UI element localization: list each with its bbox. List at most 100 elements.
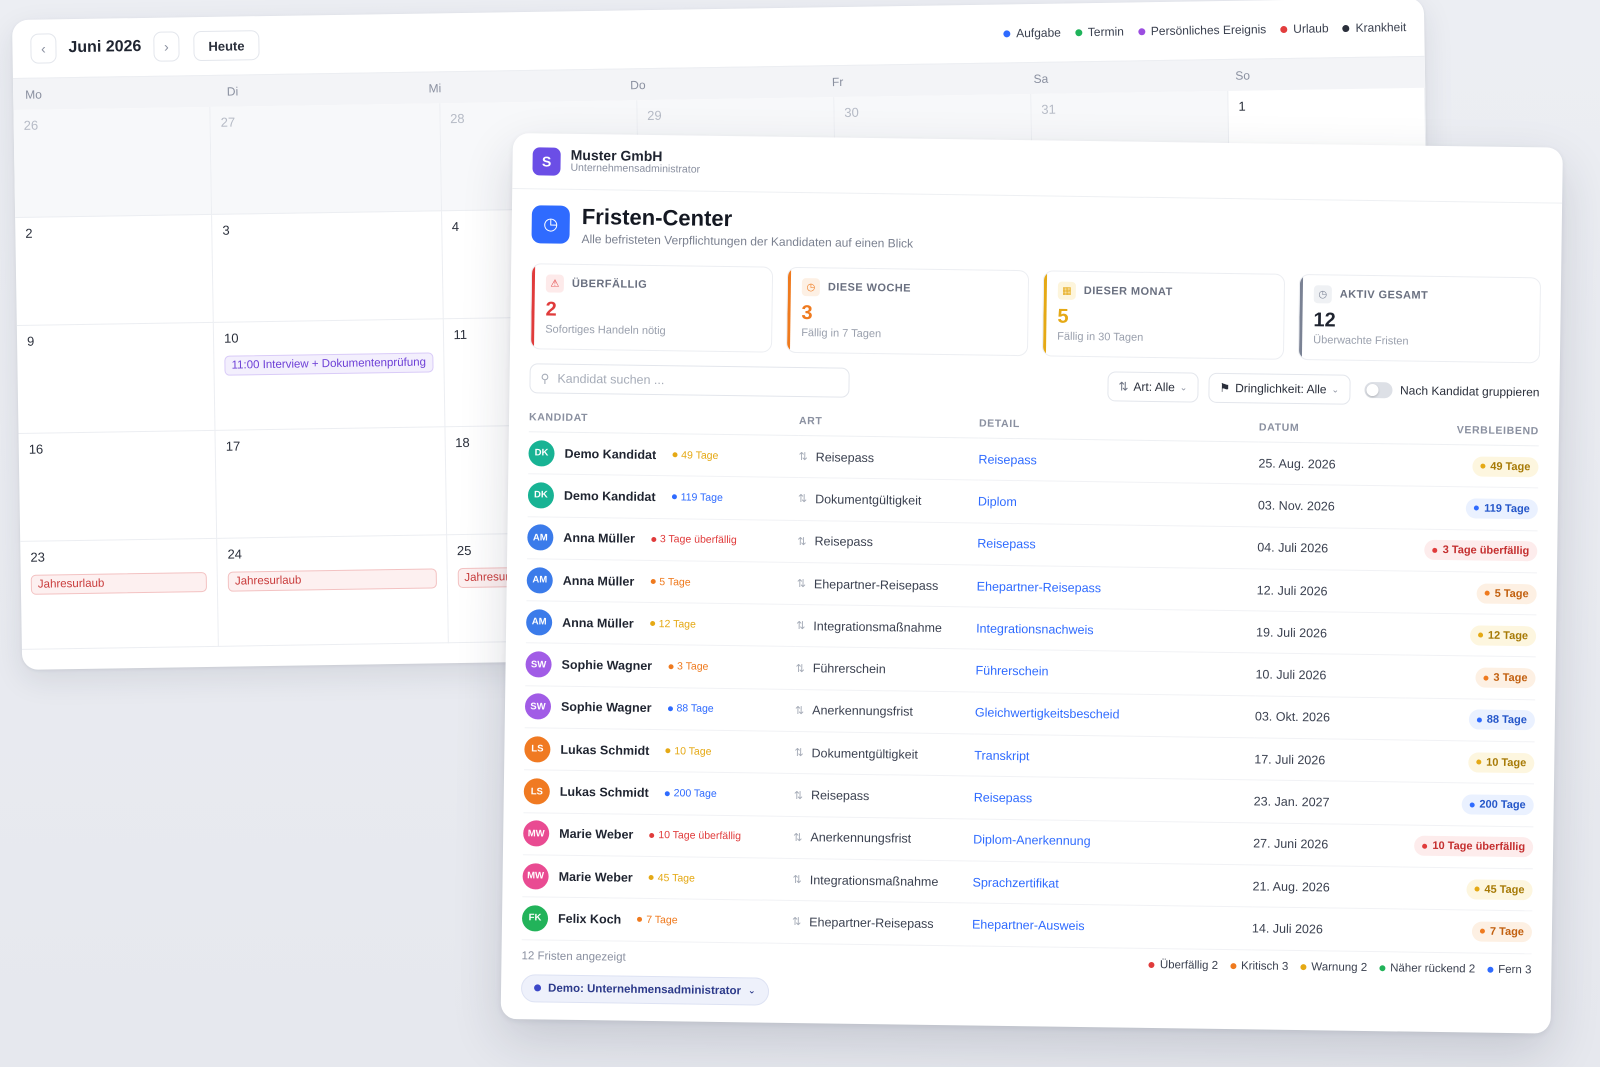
legend-dot-icon xyxy=(1137,27,1145,35)
stat-subtitle: Sofortiges Handeln nötig xyxy=(545,323,666,338)
calendar-day-cell[interactable]: 24 Jahresurlaub xyxy=(217,535,449,647)
org-role: Unternehmensadministrator xyxy=(570,162,701,177)
remaining-hint: 49 Tage xyxy=(672,449,718,462)
calendar-event[interactable]: Jahresurlaub xyxy=(227,568,437,592)
candidate-name[interactable]: Marie Weber xyxy=(559,869,633,884)
legend-dot-icon xyxy=(1074,28,1082,36)
cell-candidate: SW Sophie Wagner 3 Tage xyxy=(525,643,796,690)
remaining-hint: 119 Tage xyxy=(671,491,723,504)
column-header-detail[interactable]: Detail xyxy=(978,411,1260,442)
stat-card[interactable]: ◷ Diese Woche 3 Fällig in 7 Tagen xyxy=(785,266,1030,357)
calendar-day-cell[interactable]: 26 xyxy=(13,106,213,218)
chevron-right-icon: › xyxy=(163,38,169,55)
sort-icon: ⇅ xyxy=(791,916,802,929)
candidate-name[interactable]: Demo Kandidat xyxy=(564,446,656,461)
calendar-day-cell[interactable]: 17 xyxy=(215,427,447,539)
status-dot-icon xyxy=(1474,505,1480,511)
status-dot-icon xyxy=(1469,801,1475,808)
detail-link[interactable]: Ehepartner-Reisepass xyxy=(977,579,1102,595)
candidate-name[interactable]: Anna Müller xyxy=(562,616,634,631)
calendar-day-cell[interactable]: 10 11:00 Interview + Dokumentenprüfung xyxy=(213,319,445,431)
urgency-filter-dropdown[interactable]: ⚑ Dringlichkeit: Alle ⌄ xyxy=(1208,372,1351,405)
type-label: Dokumentgültigkeit xyxy=(811,745,918,762)
detail-link[interactable]: Reisepass xyxy=(978,452,1037,467)
legend-dot-icon xyxy=(1379,964,1386,971)
status-dot-icon xyxy=(1422,843,1428,849)
cell-date: 03. Okt. 2026 xyxy=(1254,695,1406,741)
remaining-hint-text: 3 Tage xyxy=(676,660,709,673)
candidate-name[interactable]: Demo Kandidat xyxy=(564,489,656,504)
detail-link[interactable]: Reisepass xyxy=(974,791,1033,806)
candidate-name[interactable]: Sophie Wagner xyxy=(561,700,652,715)
detail-link[interactable]: Integrationsnachweis xyxy=(976,621,1094,637)
cell-type: ⇅ Integrationsmaßnahme xyxy=(792,858,973,904)
calendar-day-cell[interactable]: 9 xyxy=(16,322,216,434)
stat-card[interactable]: ◷ Aktiv gesamt 12 Überwachte Fristen xyxy=(1297,273,1542,364)
remaining-badge: 12 Tage xyxy=(1469,625,1537,647)
legend-label: Krankheit xyxy=(1355,20,1407,35)
cell-type: ⇅ Reisepass xyxy=(798,435,979,481)
column-header-remaining[interactable]: Verbleibend xyxy=(1408,417,1540,446)
detail-link[interactable]: Diplom xyxy=(978,494,1017,509)
detail-link[interactable]: Transkript xyxy=(974,748,1029,763)
candidate-name[interactable]: Marie Weber xyxy=(559,827,633,842)
calendar-day-cell[interactable]: 23 Jahresurlaub xyxy=(20,538,219,650)
column-header-date[interactable]: Datum xyxy=(1258,415,1410,445)
cell-candidate: AM Anna Müller 12 Tage xyxy=(525,600,797,647)
result-count: 12 Fristen angezeigt xyxy=(521,949,626,964)
detail-link[interactable]: Ehepartner-Ausweis xyxy=(972,917,1085,933)
search-box[interactable]: ⚲ xyxy=(529,363,850,398)
calendar-day-cell[interactable]: 16 xyxy=(18,430,218,542)
prev-month-button[interactable]: ‹ xyxy=(30,33,57,64)
avatar: AM xyxy=(527,524,554,551)
weekday-label: Do xyxy=(630,77,646,92)
remaining-badge: 45 Tage xyxy=(1466,878,1533,900)
next-month-button[interactable]: › xyxy=(153,31,180,62)
candidate-name[interactable]: Lukas Schmidt xyxy=(560,742,649,757)
calendar-event[interactable]: 11:00 Interview + Dokumentenprüfung xyxy=(224,352,434,376)
calendar-day-cell[interactable]: 27 xyxy=(210,103,442,215)
stat-card[interactable]: ▦ Dieser Monat 5 Fällig in 30 Tagen xyxy=(1041,270,1286,360)
type-filter-dropdown[interactable]: ⇅ Art: Alle ⌄ xyxy=(1107,371,1199,403)
status-dot-icon xyxy=(667,706,673,712)
clock-icon: ◷ xyxy=(1313,285,1332,304)
candidate-name[interactable]: Lukas Schmidt xyxy=(560,785,649,800)
remaining-badge-text: 12 Tage xyxy=(1487,629,1529,643)
detail-link[interactable]: Gleichwertigkeitsbescheid xyxy=(975,706,1120,722)
cell-detail: Transkript xyxy=(974,734,1255,781)
search-input[interactable] xyxy=(557,371,839,390)
cell-type: ⇅ Ehepartner-Reisepass xyxy=(791,900,973,946)
detail-link[interactable]: Führerschein xyxy=(975,664,1048,679)
demo-role-switcher[interactable]: Demo: Unternehmensadministrator ⌄ xyxy=(520,973,769,1006)
calendar-event[interactable]: Jahresurlaub xyxy=(30,572,208,595)
detail-link[interactable]: Diplom-Anerkennung xyxy=(973,833,1091,849)
detail-link[interactable]: Sprachzertifikat xyxy=(972,875,1058,890)
column-header-candidate[interactable]: Kandidat xyxy=(528,405,800,436)
remaining-badge: 119 Tage xyxy=(1466,498,1538,520)
column-header-type[interactable]: Art xyxy=(798,409,980,439)
remaining-badge-text: 5 Tage xyxy=(1494,587,1529,600)
calendar-day-cell[interactable]: 3 xyxy=(212,211,444,323)
cell-date: 25. Aug. 2026 xyxy=(1258,441,1409,487)
candidate-name[interactable]: Sophie Wagner xyxy=(561,658,652,673)
day-number: 17 xyxy=(225,438,241,454)
candidate-name[interactable]: Anna Müller xyxy=(563,573,635,588)
stat-card[interactable]: ⚠ Überfällig 2 Sofortiges Handeln nötig xyxy=(529,263,774,353)
today-button[interactable]: Heute xyxy=(193,30,260,62)
status-dot-icon xyxy=(1432,547,1438,553)
candidate-name[interactable]: Felix Koch xyxy=(558,912,621,927)
sort-icon: ⇅ xyxy=(794,747,804,760)
legend-label: Termin xyxy=(1087,24,1124,40)
stat-subtitle: Fällig in 7 Tagen xyxy=(801,327,882,341)
calendar-day-cell[interactable]: 2 xyxy=(15,214,214,326)
urgency-legend-item: Überfällig 2 xyxy=(1148,959,1218,971)
cell-date: 10. Juli 2026 xyxy=(1255,653,1406,698)
candidate-name[interactable]: Anna Müller xyxy=(563,531,635,546)
status-dot-icon xyxy=(1476,717,1482,723)
status-dot-icon xyxy=(1474,886,1480,892)
detail-link[interactable]: Reisepass xyxy=(977,537,1036,552)
cell-candidate: LS Lukas Schmidt 10 Tage xyxy=(524,727,795,774)
group-by-candidate-toggle[interactable] xyxy=(1363,381,1393,399)
day-number: 24 xyxy=(227,546,243,562)
deadline-table: Kandidat Art Detail Datum Verbleibend DK… xyxy=(521,405,1540,954)
